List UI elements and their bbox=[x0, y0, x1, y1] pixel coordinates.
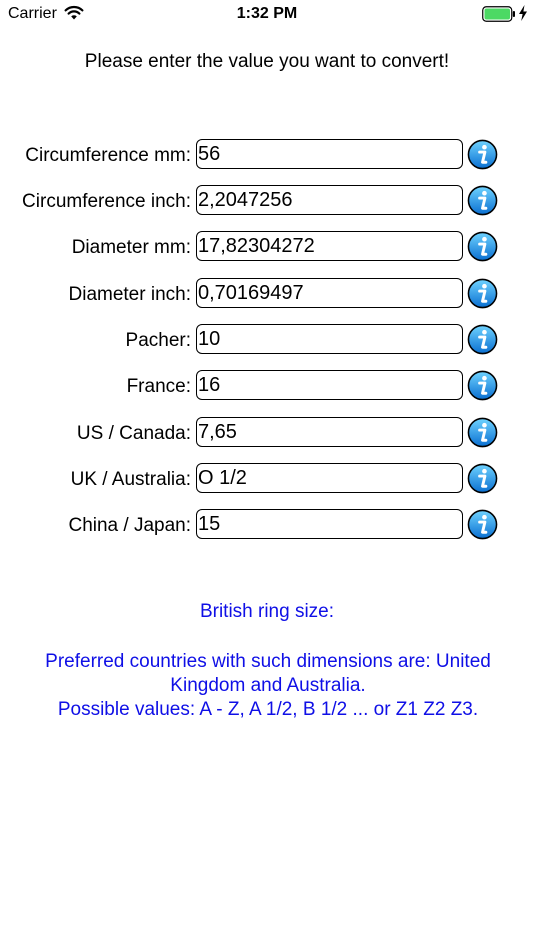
label-china-japan: China / Japan: bbox=[68, 515, 191, 536]
charging-bolt-icon bbox=[519, 5, 527, 21]
info-description: Preferred countries with such dimensions… bbox=[14, 650, 522, 722]
status-time: 1:32 PM bbox=[236, 5, 298, 22]
pacher-input[interactable] bbox=[196, 324, 463, 354]
label-circumference-mm: Circumference mm: bbox=[25, 145, 191, 166]
france-input[interactable] bbox=[196, 370, 463, 400]
label-uk-australia: UK / Australia: bbox=[70, 469, 191, 490]
row-us-canada: US / Canada: bbox=[0, 417, 534, 449]
status-bar: Carrier 1:32 PM bbox=[0, 0, 534, 28]
diameter-inch-input[interactable] bbox=[196, 278, 463, 308]
label-pacher: Pacher: bbox=[125, 330, 191, 351]
info-icon[interactable] bbox=[467, 231, 498, 262]
battery-icon bbox=[482, 6, 515, 22]
row-circumference-mm: Circumference mm: bbox=[0, 139, 534, 171]
row-china-japan: China / Japan: bbox=[0, 509, 534, 541]
row-pacher: Pacher: bbox=[0, 324, 534, 356]
label-diameter-mm: Diameter mm: bbox=[71, 237, 191, 258]
info-icon[interactable] bbox=[467, 370, 498, 401]
info-icon[interactable] bbox=[467, 278, 498, 309]
us-canada-input[interactable] bbox=[196, 417, 463, 447]
label-circumference-inch: Circumference inch: bbox=[22, 191, 191, 212]
row-diameter-mm: Diameter mm: bbox=[0, 231, 534, 263]
circumference-inch-input[interactable] bbox=[196, 185, 463, 215]
circumference-mm-input[interactable] bbox=[196, 139, 463, 169]
info-description-line: Possible values: A - Z, A 1/2, B 1/2 ...… bbox=[57, 699, 479, 720]
info-icon[interactable] bbox=[467, 417, 498, 448]
info-icon[interactable] bbox=[467, 324, 498, 355]
label-diameter-inch: Diameter inch: bbox=[68, 284, 192, 305]
info-title: British ring size: bbox=[199, 601, 335, 622]
diameter-mm-input[interactable] bbox=[196, 231, 463, 261]
uk-australia-input[interactable] bbox=[196, 463, 463, 493]
info-icon[interactable] bbox=[467, 185, 498, 216]
info-icon[interactable] bbox=[467, 509, 498, 540]
china-japan-input[interactable] bbox=[196, 509, 463, 539]
instruction-text: Please enter the value you want to conve… bbox=[84, 51, 450, 72]
info-icon[interactable] bbox=[467, 139, 498, 170]
row-france: France: bbox=[0, 370, 534, 402]
row-diameter-inch: Diameter inch: bbox=[0, 278, 534, 310]
label-us-canada: US / Canada: bbox=[76, 423, 191, 444]
row-uk-australia: UK / Australia: bbox=[0, 463, 534, 495]
label-france: France: bbox=[126, 376, 191, 397]
info-icon[interactable] bbox=[467, 463, 498, 494]
row-circumference-inch: Circumference inch: bbox=[0, 185, 534, 217]
info-description-line: Preferred countries with such dimensions… bbox=[45, 651, 491, 696]
